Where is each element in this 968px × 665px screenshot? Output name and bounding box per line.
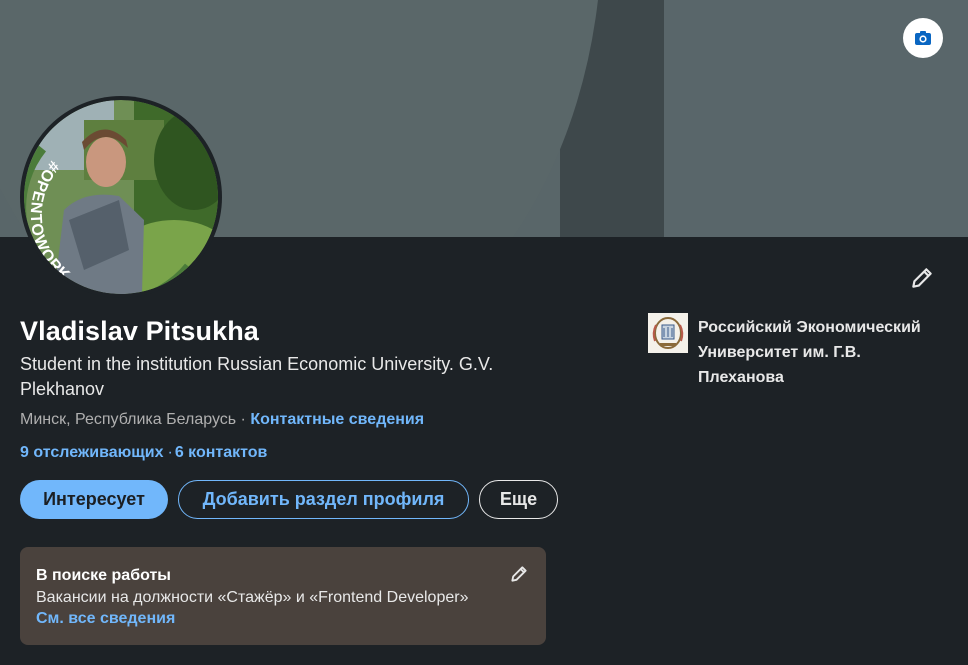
edit-cover-button[interactable]	[903, 18, 943, 58]
more-button[interactable]: Еще	[479, 480, 558, 519]
profile-photo: #OPENTOWORK	[24, 100, 218, 294]
location-row: Минск, Республика Беларусь · Контактные …	[20, 411, 424, 429]
connections-link[interactable]: 6 контактов	[175, 444, 268, 461]
otw-see-all-link[interactable]: См. все сведения	[36, 610, 175, 628]
add-profile-section-button[interactable]: Добавить раздел профиля	[178, 480, 469, 519]
profile-headline: Student in the institution Russian Econo…	[20, 354, 494, 399]
network-row: 9 отслеживающих · 6 контактов	[20, 444, 268, 461]
profile-name: Vladislav Pitsukha	[20, 316, 259, 346]
contact-info-link[interactable]: Контактные сведения	[250, 411, 424, 428]
edit-intro-button[interactable]	[906, 262, 938, 294]
avatar[interactable]: #OPENTOWORK	[20, 96, 222, 298]
university-logo	[648, 313, 688, 353]
otw-description: Вакансии на должности «Стажёр» и «Fronte…	[36, 589, 469, 606]
otw-edit-button[interactable]	[508, 563, 530, 585]
otw-title: В поиске работы	[36, 567, 171, 584]
followers-link[interactable]: 9 отслеживающих	[20, 444, 163, 461]
university-name: Российский Экономический Университет им.…	[698, 319, 921, 386]
pencil-icon	[912, 268, 932, 288]
separator: ·	[236, 411, 251, 428]
profile-card: #OPENTOWORK Vladislav Pitsukha Student i…	[0, 0, 968, 665]
open-to-work-card: В поиске работы Вакансии на должности «С…	[20, 547, 546, 645]
open-to-button[interactable]: Интересует	[20, 480, 168, 519]
pencil-icon	[511, 566, 527, 582]
location-text: Минск, Республика Беларусь	[20, 411, 237, 428]
camera-icon	[915, 31, 931, 45]
